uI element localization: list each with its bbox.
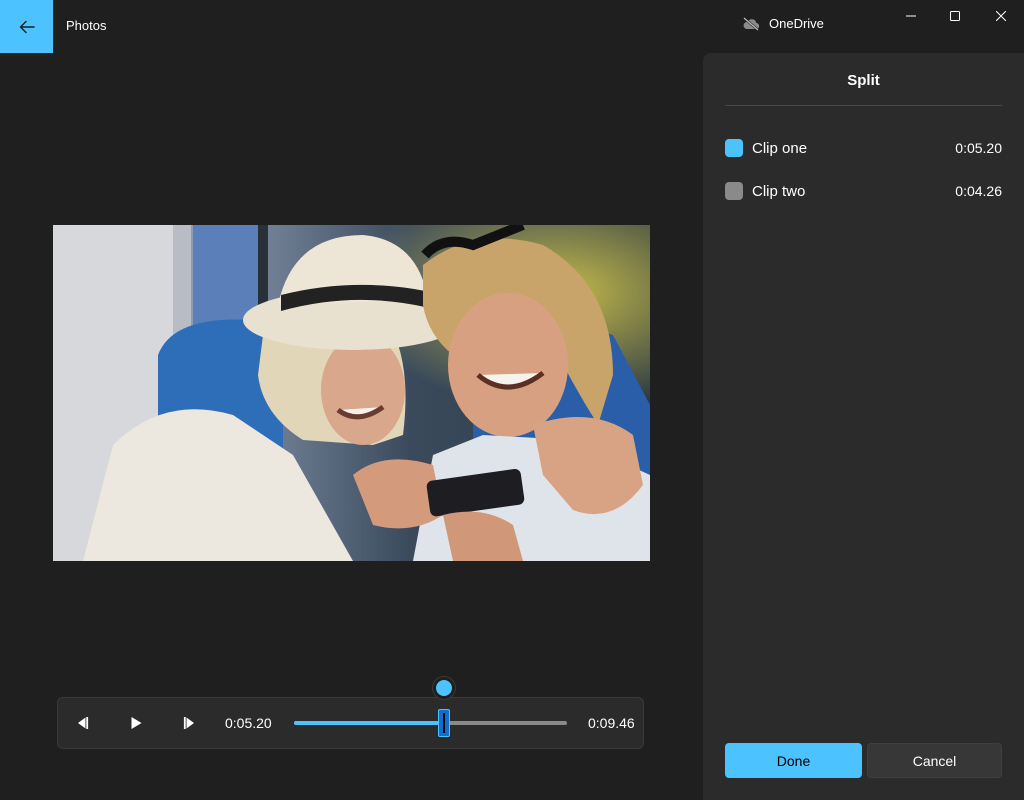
previous-frame-button[interactable] — [70, 711, 94, 735]
panel-divider — [725, 105, 1002, 106]
clip-row-one[interactable]: Clip one 0:05.20 — [725, 136, 1002, 160]
total-time: 0:09.46 — [588, 715, 635, 731]
player-controls: 0:05.20 0:09.46 — [57, 677, 644, 749]
cancel-button[interactable]: Cancel — [867, 743, 1002, 778]
close-icon — [996, 11, 1006, 21]
cloud-offline-icon — [743, 16, 760, 31]
step-forward-icon — [183, 717, 194, 729]
arrow-left-icon — [19, 20, 35, 33]
app-title: Photos — [66, 18, 107, 33]
clip-color-swatch — [725, 139, 743, 157]
maximize-button[interactable] — [932, 0, 978, 32]
split-panel: Split Clip one 0:05.20 Clip two 0:04.26 … — [703, 53, 1024, 800]
video-frame-image — [53, 225, 650, 561]
step-back-icon — [78, 717, 89, 729]
clip-row-two[interactable]: Clip two 0:04.26 — [725, 179, 1002, 203]
clip-duration: 0:05.20 — [955, 140, 1002, 156]
split-handle[interactable] — [438, 709, 451, 737]
timeline-slider[interactable] — [294, 677, 567, 737]
video-preview[interactable] — [53, 225, 650, 561]
play-button[interactable] — [124, 711, 148, 735]
back-button[interactable] — [0, 0, 53, 53]
title-bar: Photos OneDrive — [0, 0, 1024, 53]
clip-name: Clip two — [752, 182, 806, 200]
playhead-knob[interactable] — [433, 677, 456, 699]
clip-color-swatch — [725, 182, 743, 200]
minimize-icon — [906, 15, 916, 17]
current-time: 0:05.20 — [225, 715, 272, 731]
done-button[interactable]: Done — [725, 743, 862, 778]
maximize-icon — [950, 11, 960, 21]
clip-duration: 0:04.26 — [955, 183, 1002, 199]
play-icon — [131, 717, 142, 729]
timeline-progress — [294, 721, 445, 725]
onedrive-status[interactable]: OneDrive — [742, 16, 824, 31]
panel-title: Split — [847, 72, 880, 89]
clip-name: Clip one — [752, 139, 808, 157]
next-frame-button[interactable] — [178, 711, 202, 735]
minimize-button[interactable] — [888, 0, 934, 32]
onedrive-label: OneDrive — [769, 16, 824, 31]
close-button[interactable] — [978, 0, 1024, 32]
photos-window: Photos OneDrive 0:05.20 0:09.46 Split Cl… — [0, 0, 1024, 800]
